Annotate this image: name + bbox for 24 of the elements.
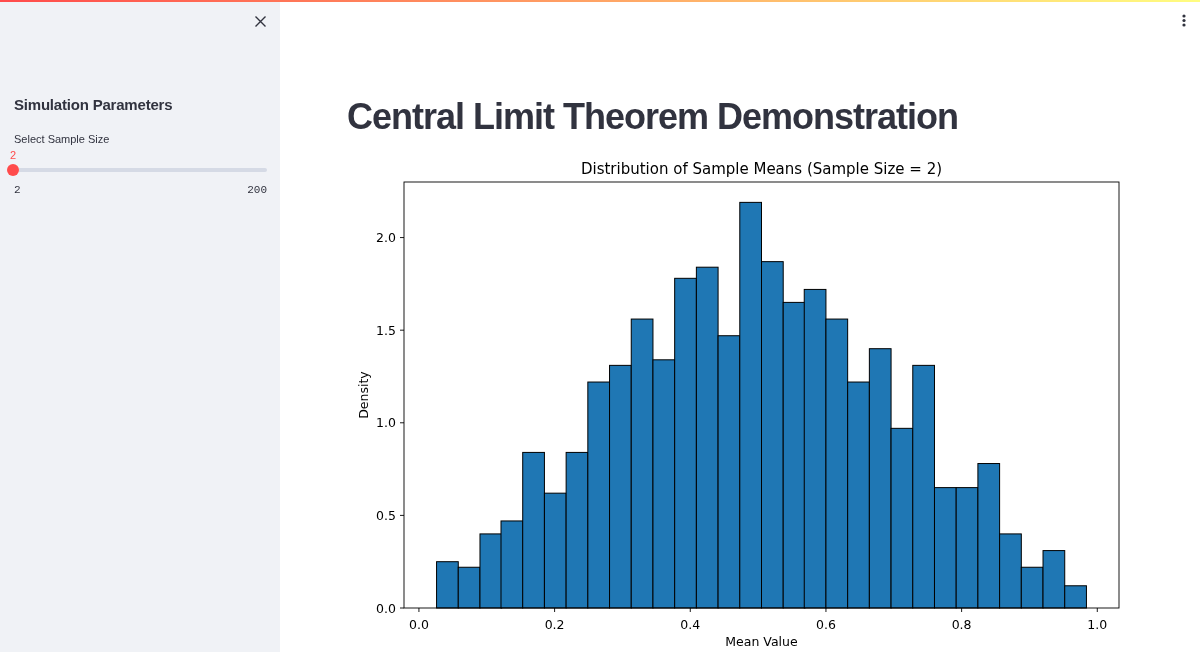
- slider-max-label: 200: [247, 183, 267, 197]
- chart-title: Distribution of Sample Means (Sample Size = 2): [580, 160, 943, 178]
- x-tick-label: 1.0: [1087, 617, 1108, 632]
- y-tick-label: 2.0: [376, 230, 396, 246]
- y-tick-label: 0.5: [376, 507, 396, 523]
- y-tick-label: 0.0: [376, 600, 396, 616]
- histogram-bar: [436, 561, 459, 609]
- x-tick-label: 0.0: [409, 617, 429, 632]
- x-tick-label: 0.8: [951, 617, 972, 632]
- slider-label: Select Sample Size: [14, 132, 111, 146]
- y-tick-label: 1.5: [376, 322, 396, 338]
- slider-thumb[interactable]: [7, 164, 19, 176]
- slider-min-label: 2: [14, 183, 21, 197]
- y-axis-label: Density: [356, 371, 371, 419]
- slider-value: 2: [9, 148, 17, 162]
- x-tick-label: 0.4: [680, 617, 701, 632]
- kebab-menu-icon: [1182, 13, 1186, 27]
- x-tick-label: 0.6: [816, 617, 836, 632]
- x-tick-label: 0.2: [544, 617, 565, 632]
- sidebar-heading: Simulation Parameters: [14, 95, 174, 115]
- page-title: Central Limit Theorem Demonstration: [347, 97, 960, 137]
- y-tick-label: 1.0: [376, 415, 396, 431]
- close-icon: [254, 15, 266, 27]
- x-axis-label: Mean Value: [725, 634, 798, 649]
